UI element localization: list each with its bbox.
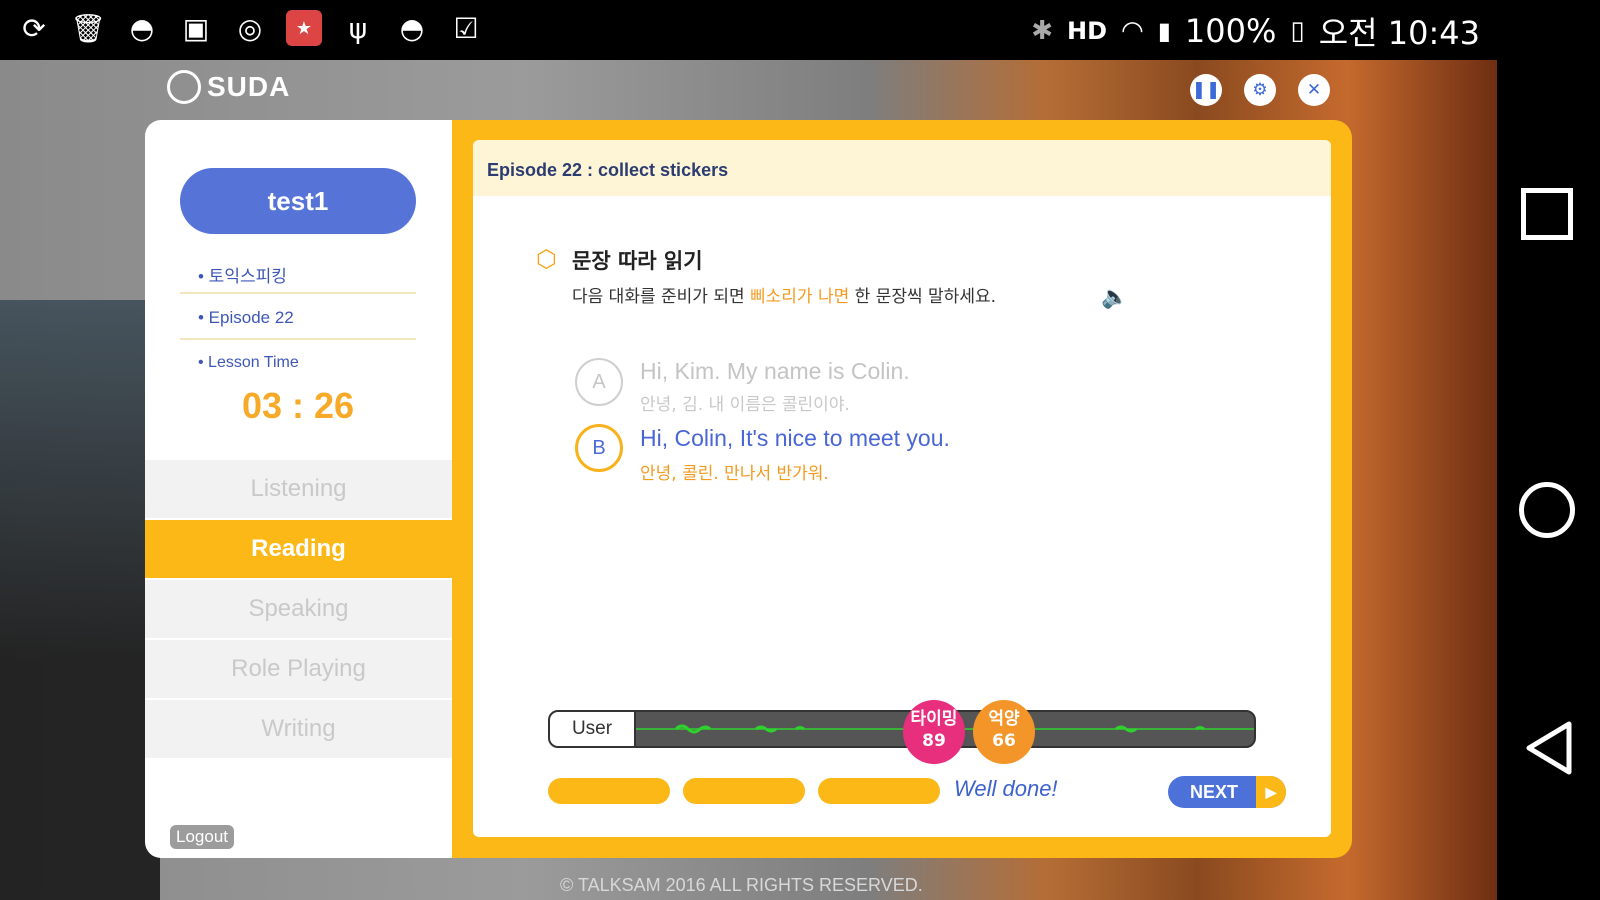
battery-percent: 100% bbox=[1184, 12, 1277, 50]
app-logo: SUDA bbox=[167, 70, 290, 104]
dialog-b-korean: 안녕, 콜린. 만나서 반가워. bbox=[640, 464, 829, 484]
divider bbox=[180, 338, 416, 340]
user-name-badge: test1 bbox=[180, 168, 416, 234]
logout-button[interactable]: Logout bbox=[170, 825, 234, 849]
menu-listening[interactable]: Listening bbox=[145, 460, 452, 518]
speaker-icon[interactable]: 🔈 bbox=[1101, 285, 1128, 310]
timing-score-value: 89 bbox=[922, 731, 946, 751]
progress-pill bbox=[818, 778, 940, 804]
battery-icon: ▯ bbox=[1290, 16, 1305, 46]
feedback-text: Well done! bbox=[954, 776, 1058, 801]
dialog-a-english: Hi, Kim. My name is Colin. bbox=[640, 358, 910, 384]
lesson-timer: 03 : 26 bbox=[241, 385, 355, 426]
intonation-score-bubble: 억양 66 bbox=[973, 700, 1035, 764]
signal-icon: ▮ bbox=[1157, 17, 1171, 45]
bluetooth-icon: ✱ bbox=[1031, 16, 1053, 46]
close-icon: ✕ bbox=[1306, 80, 1322, 100]
timing-score-label: 타이밍 bbox=[910, 709, 958, 729]
progress-pill bbox=[683, 778, 805, 804]
menu-role-playing[interactable]: Role Playing bbox=[145, 640, 452, 698]
task-description: 다음 대화를 준비가 되면 삐소리가 나면 한 문장씩 말하세요. bbox=[572, 282, 996, 307]
menu-speaking[interactable]: Speaking bbox=[145, 580, 452, 638]
android-icon: ◓ bbox=[129, 11, 155, 45]
logo-text: SUDA bbox=[207, 71, 291, 102]
progress-pill bbox=[548, 778, 670, 804]
audio-user-label: User bbox=[550, 712, 636, 746]
task-desc-text: 다음 대화를 준비가 되면 bbox=[572, 287, 751, 307]
wifi-icon: ◠ bbox=[1121, 16, 1144, 46]
refresh-icon: ⟳ bbox=[22, 11, 46, 45]
episode-title: Episode 22 : collect stickers bbox=[473, 140, 1331, 196]
lesson-time-label: • Lesson Time bbox=[198, 354, 299, 371]
logo-mark-icon bbox=[167, 70, 201, 104]
settings-button[interactable]: ⚙ bbox=[1244, 74, 1276, 106]
speaker-b-badge: B bbox=[575, 424, 623, 472]
copyright-footer: © TALKSAM 2016 ALL RIGHTS RESERVED. bbox=[560, 875, 923, 895]
pause-button[interactable]: ❚❚ bbox=[1190, 74, 1222, 106]
hexagon-icon: ⬡ bbox=[536, 245, 557, 273]
audio-waveform-bar: User bbox=[548, 710, 1256, 748]
android-icon: ◓ bbox=[399, 11, 425, 45]
trash-icon: 🗑 bbox=[70, 11, 106, 45]
close-button[interactable]: ✕ bbox=[1298, 74, 1330, 106]
play-arrow-icon: ▶ bbox=[1256, 776, 1286, 808]
task-desc-highlight: 삐소리가 나면 bbox=[750, 287, 850, 307]
back-button[interactable] bbox=[1523, 720, 1573, 776]
clock: 오전 10:43 bbox=[1318, 14, 1480, 52]
game-icon: ★ bbox=[286, 10, 322, 46]
intonation-score-value: 66 bbox=[992, 731, 1016, 751]
next-label: NEXT bbox=[1190, 781, 1239, 802]
dialog-b-english: Hi, Colin, It's nice to meet you. bbox=[640, 425, 950, 451]
dialog-a-korean: 안녕, 김. 내 이름은 콜린이야. bbox=[640, 395, 850, 415]
menu-reading[interactable]: Reading bbox=[145, 520, 452, 578]
home-button[interactable] bbox=[1519, 482, 1575, 538]
divider bbox=[180, 292, 416, 294]
task-desc-text-end: 한 문장씩 말하세요. bbox=[849, 287, 997, 307]
menu-writing[interactable]: Writing bbox=[145, 700, 452, 758]
notification-icons: ⟳ 🗑 ◓ ▣ ◎ ★ ψ ◓ ☑ bbox=[16, 10, 484, 46]
recents-button[interactable] bbox=[1521, 188, 1573, 240]
settings-icon: ⚙ bbox=[1252, 80, 1268, 100]
chat-icon: ◎ bbox=[237, 11, 263, 45]
intonation-score-label: 억양 bbox=[988, 709, 1020, 729]
course-name: • 토익스피킹 bbox=[198, 267, 287, 286]
episode-label: • Episode 22 bbox=[198, 308, 294, 327]
clipboard-check-icon: ☑ bbox=[453, 11, 479, 45]
hd-label: HD bbox=[1067, 17, 1108, 45]
pause-icon: ❚❚ bbox=[1191, 80, 1221, 100]
speaker-a-badge: A bbox=[575, 358, 623, 406]
image-icon: ▣ bbox=[182, 11, 210, 45]
usb-icon: ψ bbox=[348, 11, 368, 45]
background-shade bbox=[0, 300, 160, 900]
system-status: ✱ HD ◠ ▮ 100% ▯ 오전 10:43 bbox=[1031, 8, 1480, 54]
android-nav-bar bbox=[1497, 60, 1600, 900]
timing-score-bubble: 타이밍 89 bbox=[903, 700, 965, 764]
status-bar: ⟳ 🗑 ◓ ▣ ◎ ★ ψ ◓ ☑ ✱ HD ◠ ▮ 100% ▯ 오전 10:… bbox=[0, 0, 1600, 60]
task-title: 문장 따라 읽기 bbox=[572, 249, 703, 273]
next-button[interactable]: NEXT ▶ bbox=[1168, 776, 1286, 808]
